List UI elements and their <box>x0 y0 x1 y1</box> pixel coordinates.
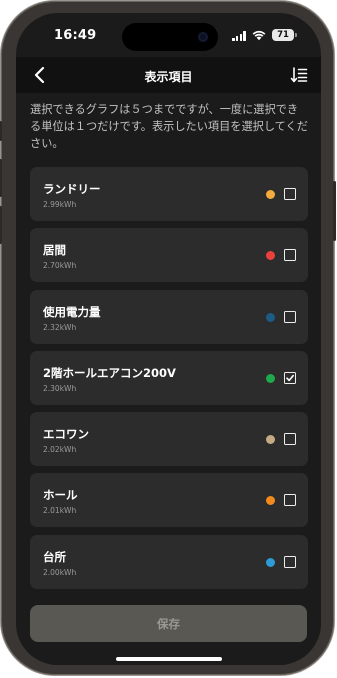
list-item[interactable]: 使用電力量 2.32kWh <box>30 289 308 344</box>
item-value: 2.70kWh <box>43 261 77 271</box>
page-title: 表示項目 <box>144 70 193 84</box>
phone-power-button <box>333 181 336 241</box>
item-value: 2.32kWh <box>43 322 77 332</box>
item-value: 2.00kWh <box>43 567 77 577</box>
dynamic-island <box>122 23 218 51</box>
sort-icon[interactable] <box>289 65 309 85</box>
item-name: 2階ホールエアコン200V <box>43 365 176 380</box>
status-bar: 16:49 71 <box>16 13 321 57</box>
battery-cap <box>295 33 297 37</box>
color-dot-icon <box>266 435 275 445</box>
wifi-icon <box>252 30 266 41</box>
list-item[interactable]: エコワン 2.02kWh <box>30 412 308 467</box>
checkbox[interactable] <box>284 433 296 446</box>
battery-icon: 71 <box>272 29 294 41</box>
save-button[interactable]: 保存 <box>30 605 307 642</box>
color-dot-icon <box>266 373 275 383</box>
checkbox[interactable] <box>284 494 296 507</box>
app-screen: 16:49 71 表示項目 選択できるグラフは５つまでですが、一度に選択できる単… <box>16 13 321 665</box>
checkbox[interactable] <box>284 249 296 262</box>
color-dot-icon <box>266 496 275 506</box>
checkbox[interactable] <box>284 371 296 384</box>
checkbox[interactable] <box>284 188 296 200</box>
checkbox[interactable] <box>284 310 296 323</box>
item-name: 台所 <box>43 549 66 564</box>
item-name: エコワン <box>43 427 89 442</box>
list-item[interactable]: ランドリー 2.99kWh <box>30 167 308 221</box>
list-item[interactable]: 居間 2.70kWh <box>30 228 308 283</box>
phone-side-button <box>0 121 2 141</box>
list-item[interactable]: 2階ホールエアコン200V 2.30kWh <box>30 350 308 405</box>
checkbox[interactable] <box>284 555 296 568</box>
item-value: 2.99kWh <box>43 200 77 209</box>
item-value: 2.30kWh <box>43 383 77 393</box>
item-name: ランドリー <box>43 182 101 196</box>
color-dot-icon <box>266 190 275 199</box>
item-list: ランドリー 2.99kWh 居間 2.70kWh 使用電力量 2.32kWh 2… <box>30 167 308 596</box>
list-item[interactable]: 台所 2.00kWh <box>30 534 308 589</box>
list-item[interactable]: ホール 2.01kWh <box>30 473 308 528</box>
color-dot-icon <box>266 312 275 322</box>
front-camera-icon <box>198 32 208 42</box>
status-time: 16:49 <box>54 28 97 43</box>
cellular-signal-icon <box>232 31 246 41</box>
item-name: 居間 <box>43 243 66 258</box>
nav-bar: 表示項目 <box>16 57 321 93</box>
instruction-text: 選択できるグラフは５つまでですが、一度に選択できる単位は１つだけです。表示したい… <box>30 103 308 150</box>
phone-volume-up-button <box>0 159 2 197</box>
color-dot-icon <box>266 251 275 261</box>
footer-bar: 保存 <box>16 591 321 665</box>
item-name: ホール <box>43 488 78 503</box>
phone-frame: 16:49 71 表示項目 選択できるグラフは５つまでですが、一度に選択できる単… <box>0 1 336 675</box>
color-dot-icon <box>266 557 275 567</box>
checkmark-icon <box>286 374 294 382</box>
home-indicator <box>116 657 222 661</box>
item-value: 2.01kWh <box>43 506 77 516</box>
item-value: 2.02kWh <box>43 445 77 455</box>
phone-volume-down-button <box>0 206 2 244</box>
item-name: 使用電力量 <box>43 304 101 319</box>
